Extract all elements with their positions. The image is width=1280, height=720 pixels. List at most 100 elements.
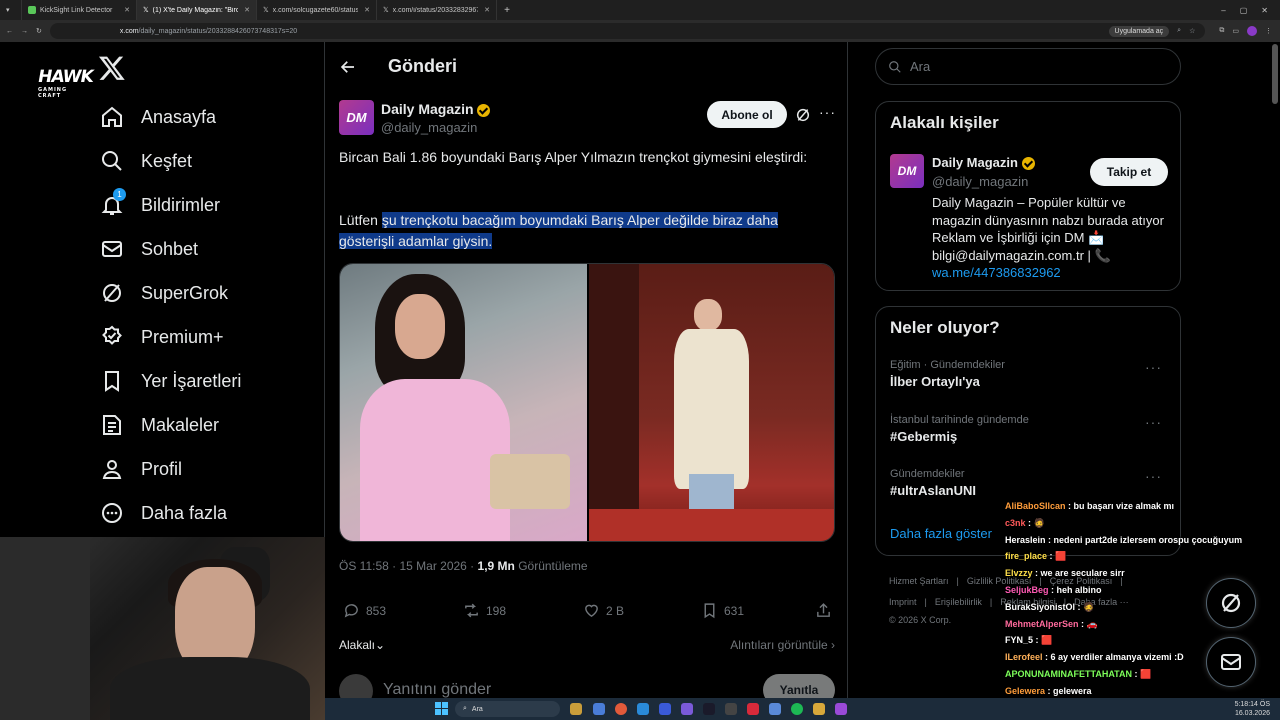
steam-icon[interactable] (703, 703, 715, 715)
extensions-icon[interactable]: ⧉ (1219, 27, 1224, 35)
chat-username[interactable]: c3nk (1005, 518, 1026, 528)
taskbar-search[interactable]: ⌕ Ara (455, 701, 560, 717)
maximize-icon[interactable]: ▢ (1240, 6, 1248, 15)
app-icon[interactable] (835, 703, 847, 715)
discord-icon[interactable] (681, 703, 693, 715)
windows-start-icon[interactable] (435, 702, 448, 715)
view-quotes-link[interactable]: Alıntıları görüntüle › (730, 638, 835, 652)
close-icon[interactable]: ✕ (124, 6, 130, 14)
follow-button[interactable]: Takip et (1090, 158, 1168, 186)
app-icon[interactable] (725, 703, 737, 715)
related-avatar[interactable]: DM (890, 154, 924, 188)
forward-nav-icon[interactable]: → (21, 28, 28, 35)
nav-item-supergrok[interactable]: SuperGrok (100, 281, 228, 305)
post-time[interactable]: ÖS 11:58 · 15 Mar 2026 · (339, 559, 478, 573)
author-handle[interactable]: @daily_magazin (381, 120, 477, 135)
window-close-icon[interactable]: ✕ (1261, 6, 1268, 15)
chat-username[interactable]: APONUNAMINAFETTAHATAN (1005, 669, 1132, 679)
reply-button[interactable]: 853 (343, 602, 386, 619)
browser-menu-icon[interactable]: ⋮ (1265, 27, 1280, 35)
sidepanel-icon[interactable]: ▭ (1232, 27, 1239, 35)
new-tab-icon[interactable]: + (497, 5, 517, 16)
sort-dropdown[interactable]: Alakalı⌄ (339, 638, 385, 652)
taskbar-search-label: Ara (471, 705, 483, 713)
search-input[interactable]: Ara (875, 48, 1181, 85)
nav-item-premium[interactable]: Premium+ (100, 325, 224, 349)
app-icon[interactable] (593, 703, 605, 715)
nav-item-more[interactable]: Daha fazla (100, 501, 227, 525)
subscribe-button[interactable]: Abone ol (707, 101, 787, 128)
nav-item-home[interactable]: Anasayfa (100, 105, 216, 129)
more-options-icon[interactable]: ··· (1145, 414, 1162, 430)
spotify-icon[interactable] (791, 703, 803, 715)
close-icon[interactable]: ✕ (244, 6, 250, 14)
chat-username[interactable]: Gelewera (1005, 686, 1045, 696)
nav-item-articles[interactable]: Makaleler (100, 413, 219, 437)
open-in-app-button[interactable]: Uygulamada aç (1108, 25, 1170, 37)
chat-username[interactable]: Heraslein (1005, 535, 1046, 545)
bookmark-button[interactable]: 631 (701, 602, 744, 619)
author-avatar[interactable]: DM (339, 100, 374, 135)
browser-tab[interactable]: 𝕏 x.com/solcugazete60/status/20 ✕ (257, 0, 377, 20)
trend-item[interactable]: Gündemdekiler #ultrAslanUNI ··· (890, 468, 1170, 498)
browser-tab-active[interactable]: 𝕏 (1) X'te Daily Magazin: "Bircan ✕ (137, 0, 257, 20)
footer-link[interactable]: Imprint (889, 597, 917, 607)
media-image-right[interactable] (589, 264, 834, 541)
taskbar-clock[interactable]: 5:18:14 ÖS 16.03.2026 (1235, 700, 1270, 718)
back-nav-icon[interactable]: ← (6, 28, 13, 35)
more-options-icon[interactable]: ··· (819, 104, 836, 120)
author-name-row[interactable]: Daily Magazin (381, 101, 491, 117)
reload-icon[interactable]: ↻ (36, 27, 42, 35)
related-handle[interactable]: @daily_magazin (932, 174, 1028, 189)
app-icon[interactable] (813, 703, 825, 715)
repost-button[interactable]: 198 (463, 602, 506, 619)
share-button[interactable] (815, 602, 832, 619)
more-options-icon[interactable]: ··· (1145, 359, 1162, 375)
footer-link[interactable]: Erişilebilirlik (935, 597, 982, 607)
nav-item-notifications[interactable]: 1 Bildirimler (100, 188, 220, 217)
explorer-icon[interactable] (570, 703, 582, 715)
profile-avatar[interactable] (1247, 26, 1257, 36)
chat-username[interactable]: SeljukBeg (1005, 585, 1049, 595)
url-input[interactable]: x.com /daily_magazin/status/203328842607… (49, 23, 1206, 39)
trend-item[interactable]: İstanbul tarihinde gündemde #Gebermiş ··… (890, 414, 1170, 444)
nav-item-messages[interactable]: Sohbet (100, 237, 198, 261)
app-icon[interactable] (769, 703, 781, 715)
chat-username[interactable]: FYN_5 (1005, 635, 1033, 645)
nav-item-bookmarks[interactable]: Yer İşaretleri (100, 369, 241, 393)
chat-username[interactable]: AliBaboSIlcan (1005, 501, 1066, 511)
x-logo-icon[interactable] (98, 54, 126, 82)
browser-tab[interactable]: 𝕏 x.com/i/status/20332832967 ✕ (377, 0, 497, 20)
media-image-left[interactable] (340, 264, 587, 541)
app-icon[interactable] (747, 703, 759, 715)
show-more-link[interactable]: Daha fazla göster (890, 526, 992, 541)
chrome-icon[interactable] (615, 703, 627, 715)
reply-input[interactable]: Yanıtını gönder (383, 681, 491, 699)
like-button[interactable]: 2 B (583, 602, 624, 619)
close-icon[interactable]: ✕ (484, 6, 490, 14)
back-arrow-icon[interactable] (339, 58, 357, 76)
post-media[interactable] (339, 263, 835, 542)
page-scrollbar[interactable] (1272, 44, 1278, 104)
more-options-icon[interactable]: ··· (1145, 468, 1162, 484)
chat-username[interactable]: BurakSiyonistOl (1005, 602, 1075, 612)
nav-item-explore[interactable]: Keşfet (100, 149, 192, 173)
edge-icon[interactable] (637, 703, 649, 715)
chat-username[interactable]: MehmetAlperSen (1005, 619, 1079, 629)
star-icon[interactable]: ☆ (1189, 27, 1195, 35)
footer-link[interactable]: Hizmet Şartları (889, 576, 949, 586)
trend-item[interactable]: Eğitim · Gündemdekiler İlber Ortaylı'ya … (890, 359, 1170, 389)
chat-username[interactable]: ILerofeel (1005, 652, 1043, 662)
grok-icon[interactable] (795, 107, 811, 123)
browser-tab[interactable]: KickSight Link Detector ✕ (22, 0, 137, 20)
chat-username[interactable]: fire_place (1005, 551, 1047, 561)
close-icon[interactable]: ✕ (364, 6, 370, 14)
zoom-icon[interactable]: ⌕ (1177, 27, 1181, 35)
minimize-icon[interactable]: – (1221, 6, 1225, 15)
app-icon[interactable] (659, 703, 671, 715)
related-link[interactable]: wa.me/447386832962 (932, 265, 1061, 280)
chat-username[interactable]: Elvzzy (1005, 568, 1033, 578)
tab-menu-button[interactable]: ▾ (0, 0, 22, 20)
related-name-row[interactable]: Daily Magazin (932, 155, 1035, 171)
nav-item-profile[interactable]: Profil (100, 457, 182, 481)
